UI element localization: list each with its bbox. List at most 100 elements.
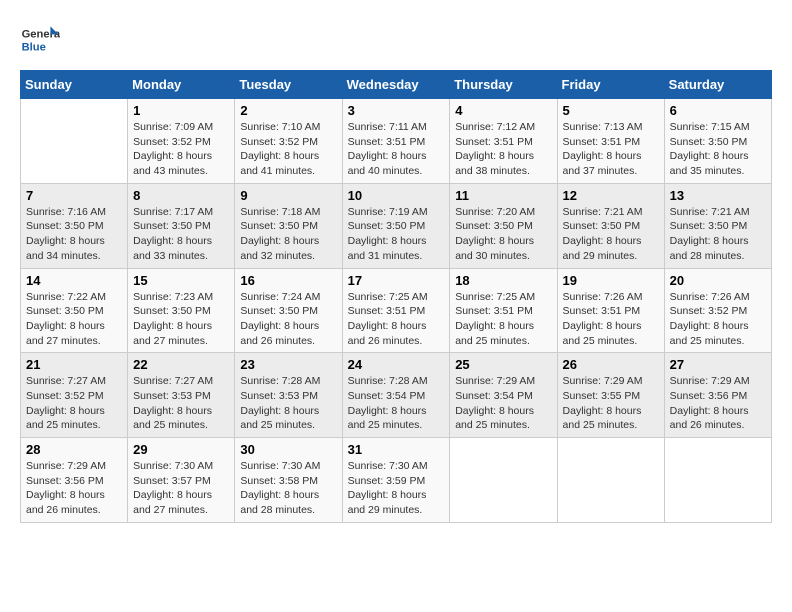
calendar-cell: 11Sunrise: 7:20 AM Sunset: 3:50 PM Dayli… (450, 183, 557, 268)
day-number: 20 (670, 273, 766, 288)
day-number: 21 (26, 357, 122, 372)
day-info: Sunrise: 7:30 AM Sunset: 3:57 PM Dayligh… (133, 459, 229, 518)
calendar-header-row: SundayMondayTuesdayWednesdayThursdayFrid… (21, 71, 772, 99)
day-number: 12 (563, 188, 659, 203)
calendar-cell (557, 438, 664, 523)
day-number: 1 (133, 103, 229, 118)
day-info: Sunrise: 7:17 AM Sunset: 3:50 PM Dayligh… (133, 205, 229, 264)
day-number: 14 (26, 273, 122, 288)
calendar-cell: 6 Sunrise: 7:15 AM Sunset: 3:50 PM Daylig… (664, 99, 771, 184)
day-info: Sunrise: 7:12 AM Sunset: 3:51 PM Dayligh… (455, 120, 551, 179)
header-sunday: Sunday (21, 71, 128, 99)
day-info: Sunrise: 7:16 AM Sunset: 3:50 PM Dayligh… (26, 205, 122, 264)
day-number: 17 (348, 273, 445, 288)
day-number: 26 (563, 357, 659, 372)
calendar-cell: 3 Sunrise: 7:11 AM Sunset: 3:51 PM Daylig… (342, 99, 450, 184)
day-number: 31 (348, 442, 445, 457)
calendar-cell: 1 Sunrise: 7:09 AM Sunset: 3:52 PM Daylig… (128, 99, 235, 184)
day-number: 30 (240, 442, 336, 457)
calendar-cell: 17 Sunrise: 7:25 AM Sunset: 3:51 PM Dayli… (342, 268, 450, 353)
header-wednesday: Wednesday (342, 71, 450, 99)
calendar-cell: 27Sunrise: 7:29 AM Sunset: 3:56 PM Dayli… (664, 353, 771, 438)
calendar-cell: 21 Sunrise: 7:27 AM Sunset: 3:52 PM Dayli… (21, 353, 128, 438)
day-number: 7 (26, 188, 122, 203)
day-number: 23 (240, 357, 336, 372)
day-info: Sunrise: 7:30 AM Sunset: 3:58 PM Dayligh… (240, 459, 336, 518)
day-number: 9 (240, 188, 336, 203)
day-info: Sunrise: 7:09 AM Sunset: 3:52 PM Dayligh… (133, 120, 229, 179)
day-info: Sunrise: 7:10 AM Sunset: 3:52 PM Dayligh… (240, 120, 336, 179)
day-number: 2 (240, 103, 336, 118)
day-info: Sunrise: 7:25 AM Sunset: 3:51 PM Dayligh… (348, 290, 445, 349)
calendar-cell: 30 Sunrise: 7:30 AM Sunset: 3:58 PM Dayli… (235, 438, 342, 523)
day-info: Sunrise: 7:26 AM Sunset: 3:51 PM Dayligh… (563, 290, 659, 349)
day-info: Sunrise: 7:28 AM Sunset: 3:53 PM Dayligh… (240, 374, 336, 433)
calendar-week-3: 14 Sunrise: 7:22 AM Sunset: 3:50 PM Dayli… (21, 268, 772, 353)
day-info: Sunrise: 7:22 AM Sunset: 3:50 PM Dayligh… (26, 290, 122, 349)
day-info: Sunrise: 7:13 AM Sunset: 3:51 PM Dayligh… (563, 120, 659, 179)
day-info: Sunrise: 7:24 AM Sunset: 3:50 PM Dayligh… (240, 290, 336, 349)
calendar-cell: 20 Sunrise: 7:26 AM Sunset: 3:52 PM Dayli… (664, 268, 771, 353)
day-info: Sunrise: 7:29 AM Sunset: 3:55 PM Dayligh… (563, 374, 659, 433)
calendar-week-4: 21 Sunrise: 7:27 AM Sunset: 3:52 PM Dayli… (21, 353, 772, 438)
day-number: 19 (563, 273, 659, 288)
calendar-cell: 22Sunrise: 7:27 AM Sunset: 3:53 PM Dayli… (128, 353, 235, 438)
day-number: 28 (26, 442, 122, 457)
calendar-cell: 4 Sunrise: 7:12 AM Sunset: 3:51 PM Daylig… (450, 99, 557, 184)
day-number: 24 (348, 357, 445, 372)
header-friday: Friday (557, 71, 664, 99)
day-number: 3 (348, 103, 445, 118)
calendar-cell (450, 438, 557, 523)
calendar-cell: 18Sunrise: 7:25 AM Sunset: 3:51 PM Dayli… (450, 268, 557, 353)
calendar-cell: 25 Sunrise: 7:29 AM Sunset: 3:54 PM Dayli… (450, 353, 557, 438)
day-info: Sunrise: 7:29 AM Sunset: 3:56 PM Dayligh… (670, 374, 766, 433)
day-number: 18 (455, 273, 551, 288)
calendar-cell: 8Sunrise: 7:17 AM Sunset: 3:50 PM Daylig… (128, 183, 235, 268)
day-number: 13 (670, 188, 766, 203)
header: General Blue (20, 20, 772, 60)
calendar-cell: 2 Sunrise: 7:10 AM Sunset: 3:52 PM Daylig… (235, 99, 342, 184)
day-number: 25 (455, 357, 551, 372)
day-number: 16 (240, 273, 336, 288)
logo-icon: General Blue (20, 20, 60, 60)
day-info: Sunrise: 7:27 AM Sunset: 3:52 PM Dayligh… (26, 374, 122, 433)
calendar-week-2: 7 Sunrise: 7:16 AM Sunset: 3:50 PM Daylig… (21, 183, 772, 268)
calendar-cell: 16 Sunrise: 7:24 AM Sunset: 3:50 PM Dayli… (235, 268, 342, 353)
calendar-week-5: 28 Sunrise: 7:29 AM Sunset: 3:56 PM Dayli… (21, 438, 772, 523)
calendar-cell: 5 Sunrise: 7:13 AM Sunset: 3:51 PM Daylig… (557, 99, 664, 184)
day-info: Sunrise: 7:23 AM Sunset: 3:50 PM Dayligh… (133, 290, 229, 349)
day-info: Sunrise: 7:26 AM Sunset: 3:52 PM Dayligh… (670, 290, 766, 349)
calendar-cell: 24 Sunrise: 7:28 AM Sunset: 3:54 PM Dayli… (342, 353, 450, 438)
day-number: 6 (670, 103, 766, 118)
calendar-cell: 10Sunrise: 7:19 AM Sunset: 3:50 PM Dayli… (342, 183, 450, 268)
header-monday: Monday (128, 71, 235, 99)
day-info: Sunrise: 7:15 AM Sunset: 3:50 PM Dayligh… (670, 120, 766, 179)
day-number: 10 (348, 188, 445, 203)
logo: General Blue (20, 20, 64, 60)
day-number: 4 (455, 103, 551, 118)
calendar-cell: 23 Sunrise: 7:28 AM Sunset: 3:53 PM Dayli… (235, 353, 342, 438)
day-info: Sunrise: 7:29 AM Sunset: 3:56 PM Dayligh… (26, 459, 122, 518)
calendar-week-1: 1 Sunrise: 7:09 AM Sunset: 3:52 PM Daylig… (21, 99, 772, 184)
calendar-cell: 26 Sunrise: 7:29 AM Sunset: 3:55 PM Dayli… (557, 353, 664, 438)
day-info: Sunrise: 7:29 AM Sunset: 3:54 PM Dayligh… (455, 374, 551, 433)
calendar-cell (21, 99, 128, 184)
day-number: 5 (563, 103, 659, 118)
header-saturday: Saturday (664, 71, 771, 99)
day-info: Sunrise: 7:20 AM Sunset: 3:50 PM Dayligh… (455, 205, 551, 264)
day-info: Sunrise: 7:18 AM Sunset: 3:50 PM Dayligh… (240, 205, 336, 264)
calendar-cell: 29 Sunrise: 7:30 AM Sunset: 3:57 PM Dayli… (128, 438, 235, 523)
day-number: 29 (133, 442, 229, 457)
day-number: 15 (133, 273, 229, 288)
calendar-cell: 13Sunrise: 7:21 AM Sunset: 3:50 PM Dayli… (664, 183, 771, 268)
calendar-cell: 28 Sunrise: 7:29 AM Sunset: 3:56 PM Dayli… (21, 438, 128, 523)
calendar-cell: 19 Sunrise: 7:26 AM Sunset: 3:51 PM Dayli… (557, 268, 664, 353)
day-info: Sunrise: 7:21 AM Sunset: 3:50 PM Dayligh… (563, 205, 659, 264)
day-info: Sunrise: 7:11 AM Sunset: 3:51 PM Dayligh… (348, 120, 445, 179)
calendar-cell: 12 Sunrise: 7:21 AM Sunset: 3:50 PM Dayli… (557, 183, 664, 268)
calendar-cell: 7 Sunrise: 7:16 AM Sunset: 3:50 PM Daylig… (21, 183, 128, 268)
calendar-cell: 14 Sunrise: 7:22 AM Sunset: 3:50 PM Dayli… (21, 268, 128, 353)
calendar-cell: 15 Sunrise: 7:23 AM Sunset: 3:50 PM Dayli… (128, 268, 235, 353)
day-number: 22 (133, 357, 229, 372)
day-info: Sunrise: 7:28 AM Sunset: 3:54 PM Dayligh… (348, 374, 445, 433)
